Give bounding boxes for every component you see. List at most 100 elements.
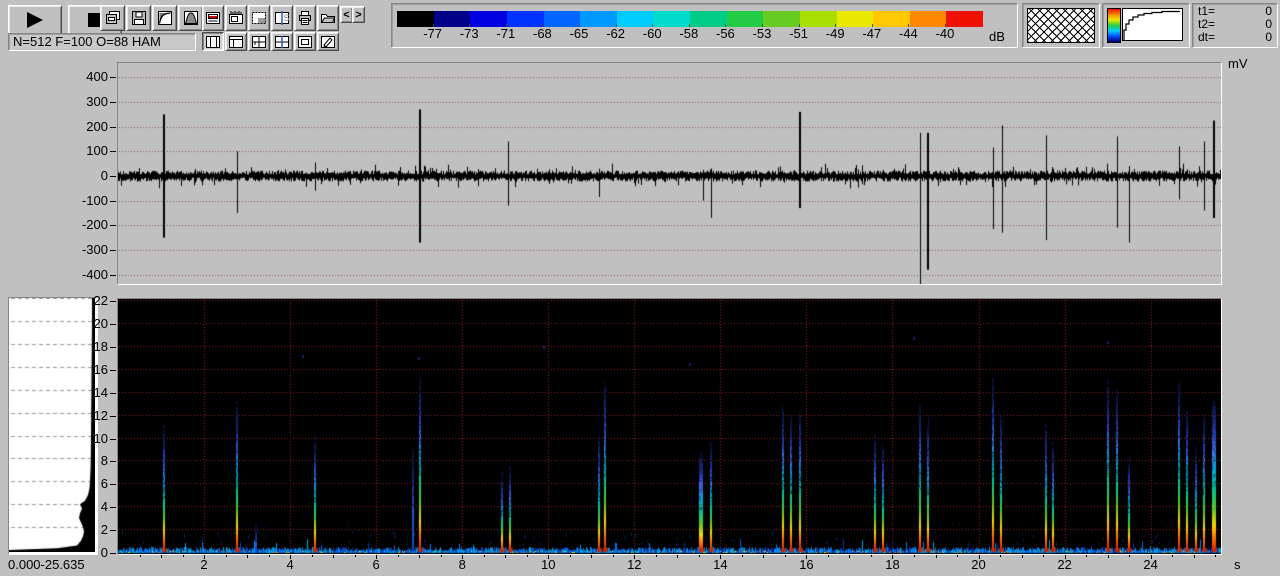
spectrogram-x-tick-label: 4 (275, 558, 305, 571)
dt-label: dt= (1198, 31, 1215, 44)
layout-quad-button[interactable] (248, 32, 270, 51)
spectrogram-x-minor-tick (591, 555, 592, 558)
intensity-curve-panel[interactable] (1102, 3, 1190, 48)
waveform-y-tick (110, 176, 116, 177)
spectrogram-y-tick-label: 22 (76, 294, 108, 307)
layout-columns-button[interactable] (202, 32, 224, 51)
avg-spectrum-panel (8, 297, 98, 555)
next-button[interactable]: > (352, 6, 365, 23)
colorbar-segment (763, 11, 800, 27)
chevron-left-icon: < (343, 10, 349, 20)
spectrogram-x-minor-tick (333, 555, 334, 558)
colorbar-tick-label: -49 (820, 27, 850, 40)
spectrogram-y-tick-label: 12 (76, 409, 108, 422)
colorbar-tick (799, 24, 800, 27)
display-frame-button[interactable] (202, 5, 224, 31)
fft-settings-text: N=512 F=100 O=88 HAM (13, 35, 161, 49)
selection-shade-button[interactable] (248, 5, 270, 31)
colorbar-segment (800, 11, 837, 27)
status-bar: N=512 F=100 O=88 HAM (8, 33, 196, 51)
print-button[interactable] (294, 5, 316, 31)
waveform-y-tick-label: 0 (72, 169, 108, 182)
spectrogram-x-minor-tick (1215, 555, 1216, 557)
spectrogram-y-tick (110, 484, 116, 485)
spectrogram-y-tick (110, 530, 116, 531)
colorbar-tick-label: -53 (747, 27, 777, 40)
spectrogram-x-minor-tick (1108, 555, 1109, 558)
colorbar-tick (872, 24, 873, 27)
transfer-curve-button[interactable] (152, 5, 177, 31)
waveform-plot[interactable] (118, 63, 1221, 284)
colorbar-tick-label: -73 (454, 27, 484, 40)
spectrogram-y-tick-label: 0 (76, 546, 108, 559)
layout-quad-cursor-button[interactable] (271, 32, 293, 51)
s-marker-button[interactable]: S (271, 5, 293, 31)
spectrogram-x-minor-tick (763, 555, 764, 558)
spectrogram-x-minor-tick (527, 555, 528, 557)
color-scale-panel: dB (391, 3, 1018, 48)
spectrogram-x-minor-tick (161, 555, 162, 558)
transfer-curve-icon (157, 10, 173, 26)
colorbar-tick-label: -77 (418, 27, 448, 40)
axis-marks-button[interactable] (225, 5, 247, 31)
palette-strip-icon (1107, 8, 1121, 43)
spectrogram-y-tick (110, 553, 116, 554)
spectrogram-x-tick (892, 555, 893, 559)
spectrogram-x-tick-label: 6 (361, 558, 391, 571)
spectrogram-y-tick (110, 370, 116, 371)
layout-top-ruler-button[interactable] (225, 32, 247, 51)
colorbar-tick (945, 24, 946, 27)
dt-value: 0 (1265, 31, 1272, 44)
colorbar-tick (652, 24, 653, 27)
display-frame-icon (205, 10, 221, 26)
open-folder-button[interactable] (317, 5, 339, 31)
colorbar-tick-label: -62 (601, 27, 631, 40)
pattern-panel[interactable] (1022, 3, 1100, 48)
spectrogram-x-tick (1151, 555, 1152, 559)
save-icon (131, 10, 147, 26)
edit-button[interactable] (317, 32, 339, 51)
open-folder-icon (320, 10, 336, 26)
spectrogram-y-tick-label: 10 (76, 432, 108, 445)
waveform-y-tick-label: 400 (72, 70, 108, 83)
spectrogram-panel (117, 298, 1222, 555)
db-unit-label: dB (989, 30, 1005, 44)
waveform-y-tick (110, 151, 116, 152)
colorbar-segment (397, 11, 434, 27)
colorbar-tick-label: -58 (674, 27, 704, 40)
time-range-label: 0.000-25.635 (8, 558, 85, 572)
spectrogram-x-tick (979, 555, 980, 559)
spectrogram-plot[interactable] (118, 299, 1221, 554)
waveform-y-tick-label: -300 (72, 243, 108, 256)
layout-inset-button[interactable] (294, 32, 316, 51)
colorbar-segment (910, 11, 947, 27)
copy-pages-icon (105, 10, 121, 26)
spectrogram-x-tick (290, 555, 291, 559)
colorbar-segment (653, 11, 690, 27)
waveform-y-tick (110, 275, 116, 276)
colorbar-tick (835, 24, 836, 27)
spectrogram-x-minor-tick (871, 555, 872, 557)
spectrogram-x-tick (720, 555, 721, 559)
waveform-y-tick (110, 250, 116, 251)
spectrogram-x-minor-tick (226, 555, 227, 557)
db-colorbar (397, 11, 983, 27)
colorbar-tick (433, 24, 434, 27)
colorbar-tick (725, 24, 726, 27)
spectrogram-y-tick-label: 14 (76, 386, 108, 399)
colorbar-segment (617, 11, 654, 27)
colorbar-tick (908, 24, 909, 27)
waveform-y-tick-label: 100 (72, 144, 108, 157)
waveform-y-unit-label: mV (1228, 57, 1248, 71)
window-function-button[interactable] (178, 5, 203, 31)
play-button[interactable] (8, 5, 62, 35)
spectrogram-x-tick (204, 555, 205, 559)
layout-quad-icon (252, 36, 266, 48)
spectrogram-x-tick (376, 555, 377, 559)
spectrogram-x-tick (548, 555, 549, 559)
copy-pages-button[interactable] (100, 5, 125, 31)
gain-curve-icon (1122, 8, 1183, 41)
colorbar-tick-label: -71 (491, 27, 521, 40)
save-button[interactable] (126, 5, 151, 31)
colorbar-tick (579, 24, 580, 27)
